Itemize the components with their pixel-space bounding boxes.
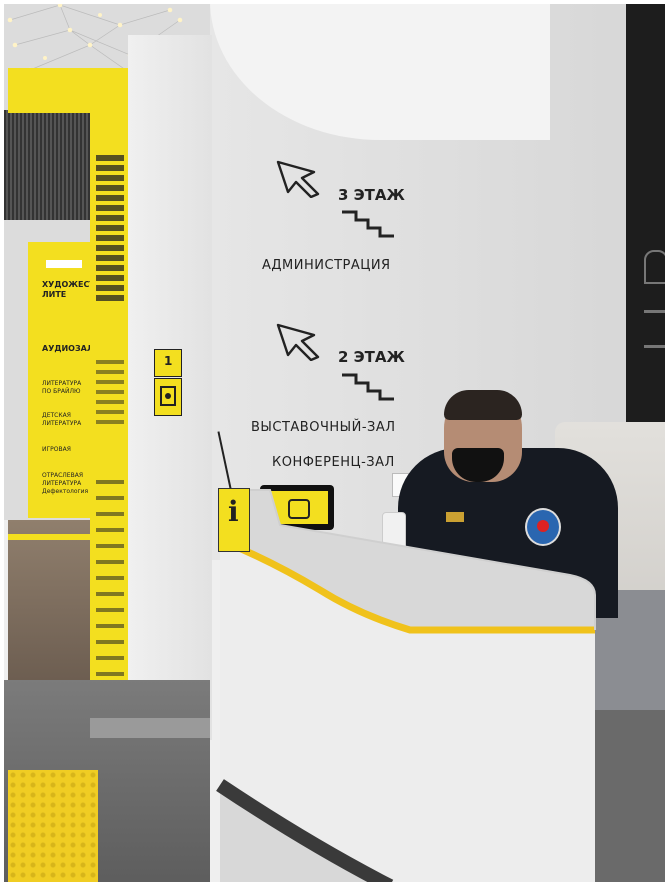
photo-frame (0, 0, 669, 886)
photo-scene: ХУДОЖЕСТ ЛИТЕ АУДИОЗАЛ ЛИТЕРАТУРА ПО БРА… (0, 0, 669, 886)
